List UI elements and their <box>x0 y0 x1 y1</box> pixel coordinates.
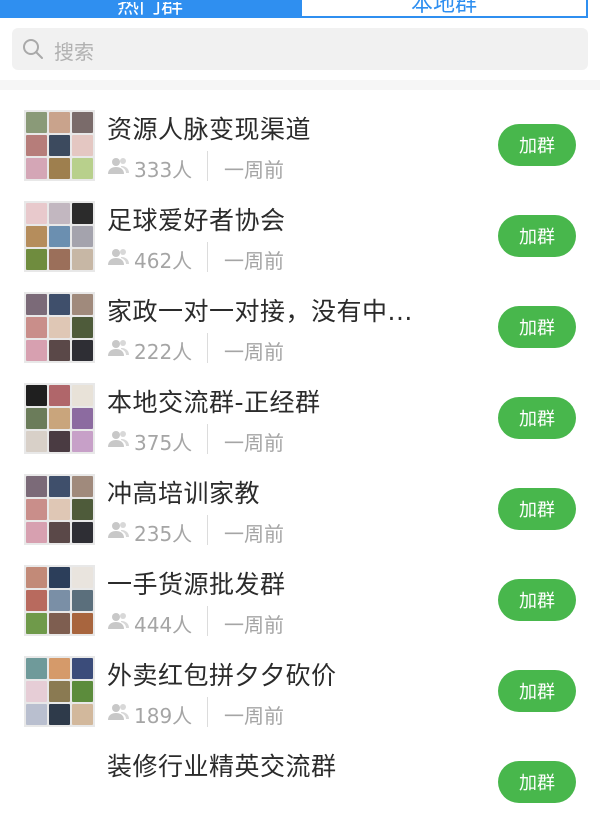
join-group-button[interactable]: 加群 <box>498 488 576 530</box>
list-item[interactable]: 足球爱好者协会 462人 一周前 加群 <box>0 181 600 273</box>
group-avatar <box>24 474 95 545</box>
members-icon <box>108 522 129 538</box>
meta-separator <box>207 151 208 181</box>
meta-separator <box>207 424 208 454</box>
group-name: 冲高培训家教 <box>107 479 261 508</box>
members-icon <box>108 704 129 720</box>
join-group-button[interactable]: 加群 <box>498 215 576 257</box>
group-name: 足球爱好者协会 <box>107 206 286 235</box>
members-icon <box>108 340 129 356</box>
member-count: 235人 <box>134 522 193 546</box>
list-item[interactable]: 家政一对一对接，没有中... 222人 一周前 加群 <box>0 272 600 364</box>
tab-local-groups[interactable]: 本地群 <box>300 0 588 18</box>
post-time: 一周前 <box>224 340 284 364</box>
list-item[interactable]: 外卖红包拼夕夕砍价 189人 一周前 加群 <box>0 636 600 728</box>
tab-bar: 热门群 本地群 <box>0 0 600 18</box>
search-input[interactable]: 搜索 <box>12 28 588 70</box>
join-group-button[interactable]: 加群 <box>498 761 576 803</box>
meta-separator <box>207 515 208 545</box>
post-time: 一周前 <box>224 704 284 728</box>
post-time: 一周前 <box>224 431 284 455</box>
list-item[interactable]: 本地交流群-正经群 375人 一周前 加群 <box>0 363 600 455</box>
member-count: 462人 <box>134 249 193 273</box>
post-time: 一周前 <box>224 249 284 273</box>
member-count: 444人 <box>134 613 193 637</box>
member-count: 222人 <box>134 340 193 364</box>
list-item[interactable]: 装修行业精英交流群 加群 <box>0 727 600 818</box>
list-item[interactable]: 冲高培训家教 235人 一周前 加群 <box>0 454 600 546</box>
group-name: 家政一对一对接，没有中... <box>107 297 413 326</box>
meta-separator <box>207 333 208 363</box>
join-group-button[interactable]: 加群 <box>498 306 576 348</box>
post-time: 一周前 <box>224 613 284 637</box>
post-time: 一周前 <box>224 522 284 546</box>
tab-hot-groups[interactable]: 热门群 <box>0 0 300 18</box>
meta-separator <box>207 606 208 636</box>
member-count: 189人 <box>134 704 193 728</box>
members-icon <box>108 158 129 174</box>
search-icon <box>23 39 43 59</box>
join-group-button[interactable]: 加群 <box>498 124 576 166</box>
tab-label: 本地群 <box>410 0 477 17</box>
group-avatar <box>24 565 95 636</box>
list-item[interactable]: 资源人脉变现渠道 333人 一周前 加群 <box>0 90 600 182</box>
group-name: 一手货源批发群 <box>107 570 286 599</box>
member-count: 375人 <box>134 431 193 455</box>
post-time: 一周前 <box>224 158 284 182</box>
section-divider <box>0 80 600 90</box>
group-avatar <box>24 656 95 727</box>
group-avatar <box>24 292 95 363</box>
members-icon <box>108 431 129 447</box>
group-avatar <box>24 110 95 181</box>
members-icon <box>108 249 129 265</box>
search-placeholder: 搜索 <box>54 40 94 64</box>
list-item[interactable]: 一手货源批发群 444人 一周前 加群 <box>0 545 600 637</box>
join-group-button[interactable]: 加群 <box>498 579 576 621</box>
group-name: 外卖红包拼夕夕砍价 <box>107 661 337 690</box>
meta-separator <box>207 242 208 272</box>
members-icon <box>108 613 129 629</box>
group-avatar <box>24 383 95 454</box>
join-group-button[interactable]: 加群 <box>498 397 576 439</box>
group-name: 本地交流群-正经群 <box>107 388 321 417</box>
group-name: 装修行业精英交流群 <box>107 752 337 781</box>
join-group-button[interactable]: 加群 <box>498 670 576 712</box>
meta-separator <box>207 697 208 727</box>
search-bar: 搜索 <box>0 18 600 80</box>
tab-label: 热门群 <box>116 0 183 18</box>
member-count: 333人 <box>134 158 193 182</box>
group-name: 资源人脉变现渠道 <box>107 115 312 144</box>
group-avatar <box>24 201 95 272</box>
